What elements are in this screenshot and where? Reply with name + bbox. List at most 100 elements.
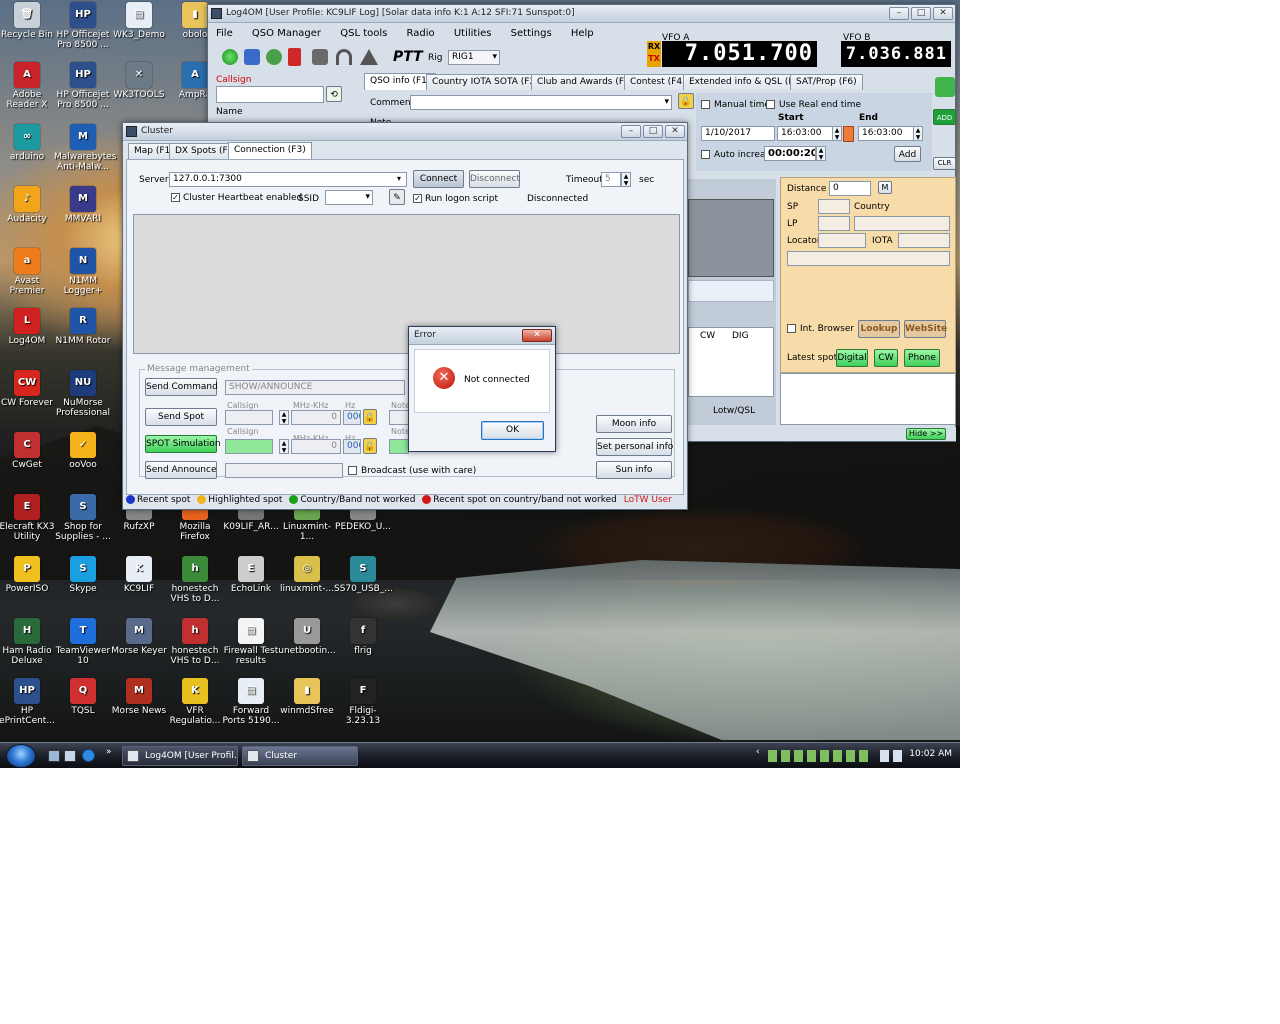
menu-utilities[interactable]: Utilities <box>446 25 500 39</box>
desktop-icon[interactable]: HP HP Officejet Pro 8500 ... <box>54 2 112 50</box>
desktop-icon[interactable]: M Morse Keyer <box>110 618 168 656</box>
mail-icon[interactable] <box>64 750 76 762</box>
headphones-icon[interactable] <box>336 49 352 65</box>
desktop-icon[interactable]: K VFR Regulatio... <box>166 678 224 726</box>
error-titlebar[interactable]: Error ✕ <box>409 327 555 345</box>
menu-radio[interactable]: Radio <box>399 25 443 39</box>
network-volume-icons[interactable] <box>880 750 904 762</box>
comment-input[interactable]: ▾ <box>410 95 672 110</box>
auto-increase-checkbox[interactable] <box>701 150 710 159</box>
desktop-icon[interactable]: NU NuMorse Professional <box>54 370 112 418</box>
start-button[interactable] <box>6 744 36 768</box>
desktop-icon[interactable]: ✕ WK3TOOLS <box>110 62 168 100</box>
digital-spots-button[interactable]: Digital <box>836 349 868 367</box>
desktop-icon[interactable]: E EchoLink <box>222 556 280 594</box>
sp-input[interactable] <box>818 199 850 214</box>
desktop-icon[interactable]: CW CW Forever <box>0 370 56 408</box>
tray-expand-icon[interactable]: ‹ <box>756 747 760 757</box>
sim-freq-input[interactable]: 0 <box>291 439 341 454</box>
desktop-icon[interactable]: S Shop for Supplies - ... <box>54 494 112 542</box>
desktop-icon[interactable]: HP HP ePrintCent... <box>0 678 56 726</box>
end-time-input[interactable]: 16:03:00 <box>858 126 914 141</box>
desktop-icon[interactable]: H Ham Radio Deluxe <box>0 618 56 666</box>
tab-connection[interactable]: Connection (F3) <box>228 142 312 159</box>
connect-button[interactable]: Connect <box>413 170 464 188</box>
tab-contest[interactable]: Contest (F4) <box>624 74 692 90</box>
cluster-console[interactable] <box>133 214 680 354</box>
antenna-icon[interactable] <box>360 49 378 65</box>
spot-hz-input[interactable]: 000 <box>343 410 361 425</box>
book-icon[interactable] <box>288 48 301 66</box>
lock-icon[interactable]: 🔒 <box>363 409 377 425</box>
close-button[interactable]: ✕ <box>933 7 953 20</box>
spot-note-input[interactable] <box>389 410 409 425</box>
locator-input[interactable] <box>818 233 866 248</box>
cluster-close-button[interactable]: ✕ <box>665 125 685 138</box>
send-command-button[interactable]: Send Command <box>145 378 218 396</box>
desktop-icon[interactable]: 🗑 Recycle Bin <box>0 2 56 40</box>
error-close-button[interactable]: ✕ <box>522 329 552 342</box>
cluster-maximize-button[interactable]: □ <box>643 125 663 138</box>
iota-input[interactable] <box>898 233 950 248</box>
int-browser-checkbox[interactable] <box>787 324 796 333</box>
sync-indicator[interactable] <box>843 126 854 142</box>
desktop-icon[interactable]: M Malwarebytes Anti-Malw... <box>54 124 117 172</box>
distance-input[interactable]: 0 <box>829 181 871 196</box>
phone-spots-button[interactable]: Phone <box>904 349 940 367</box>
desktop-icon[interactable]: A Adobe Reader X <box>0 62 56 110</box>
desktop-icon[interactable]: T TeamViewer 10 <box>54 618 112 666</box>
spot-freq-input[interactable]: 0 <box>291 410 341 425</box>
taskbar-cluster[interactable]: Cluster <box>242 746 358 766</box>
start-time-input[interactable]: 16:03:00 <box>777 126 833 141</box>
spot-freq-spinner[interactable]: ▲ ▼ <box>279 410 289 425</box>
broadcast-checkbox[interactable] <box>348 466 357 475</box>
desktop-icon[interactable]: F Fldigi-3.23.13 <box>334 678 392 726</box>
desktop-icon[interactable]: ◎ linuxmint-... <box>278 556 336 594</box>
wifi-icon[interactable] <box>222 49 238 65</box>
menu-qsl-tools[interactable]: QSL tools <box>332 25 395 39</box>
desktop-icon[interactable]: Uunetbootin... <box>278 618 336 656</box>
menu-qso-manager[interactable]: QSO Manager <box>244 25 329 39</box>
minimize-button[interactable]: – <box>889 7 909 20</box>
sim-callsign-input[interactable] <box>225 439 273 454</box>
desktop-icon[interactable]: ✓ ooVoo <box>54 432 112 470</box>
ssid-select[interactable]: ▾ <box>325 190 373 205</box>
tab-sat-prop[interactable]: SAT/Prop (F6) <box>790 74 863 90</box>
desktop-icon[interactable]: h honestech VHS to D... <box>166 556 224 604</box>
desktop-icon[interactable]: a Avast Premier <box>0 248 56 296</box>
taskbar-clock[interactable]: 10:02 AM <box>909 749 952 759</box>
set-personal-info-button[interactable]: Set personal info <box>596 438 673 456</box>
callsign-search-button[interactable]: ⟲ <box>326 86 342 102</box>
distance-unit-button[interactable]: M <box>878 181 892 194</box>
disconnect-button[interactable]: Disconnect <box>469 170 520 188</box>
start-time-spinner[interactable]: ▲ ▼ <box>832 126 842 141</box>
sim-freq-spinner[interactable]: ▲ ▼ <box>279 439 289 454</box>
network-icon[interactable] <box>244 49 260 65</box>
vfo-a-display[interactable]: 7.051.700 <box>662 41 817 67</box>
desktop-icon[interactable]: ▤ Firewall Test results <box>222 618 280 666</box>
desktop-icon[interactable]: HP HP Officejet Pro 8500 ... <box>54 62 112 110</box>
desktop-icon[interactable]: f flrig <box>334 618 392 656</box>
desktop-icon[interactable]: L Log4OM <box>0 308 56 346</box>
lookup-button[interactable]: Lookup <box>858 320 900 338</box>
sim-note-input[interactable] <box>389 439 409 454</box>
maximize-button[interactable]: □ <box>911 7 931 20</box>
announce-input[interactable] <box>225 463 343 478</box>
end-time-spinner[interactable]: ▲ ▼ <box>913 126 923 141</box>
spot-callsign-input[interactable] <box>225 410 273 425</box>
desktop-icon[interactable]: R N1MM Rotor <box>54 308 112 346</box>
system-tray-icons[interactable] <box>768 750 872 762</box>
desktop-icon[interactable]: S SS70_USB_... <box>334 556 393 594</box>
vfo-b-display[interactable]: 7.036.881 <box>841 41 951 67</box>
menu-settings[interactable]: Settings <box>503 25 560 39</box>
manual-time-checkbox[interactable] <box>701 100 710 109</box>
plug-icon[interactable] <box>312 49 328 65</box>
spots-list[interactable] <box>780 373 956 425</box>
internet-explorer-icon[interactable] <box>82 749 95 762</box>
moon-info-button[interactable]: Moon info <box>596 415 672 433</box>
sim-hz-input[interactable]: 000 <box>343 439 361 454</box>
spot-simulation-button[interactable]: SPOT Simulation <box>145 435 221 453</box>
add-qso-button[interactable]: ADD <box>933 109 956 125</box>
desktop-icon[interactable]: Q TQSL <box>54 678 112 716</box>
server-input[interactable]: 127.0.0.1:7300 <box>169 172 407 187</box>
